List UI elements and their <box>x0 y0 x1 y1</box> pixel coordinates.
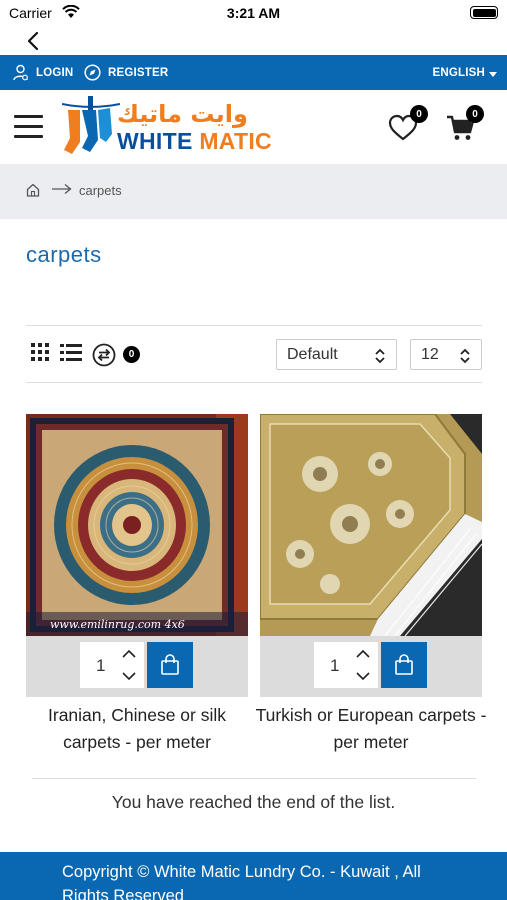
shopping-bag-icon <box>395 654 413 675</box>
home-icon[interactable] <box>26 183 40 197</box>
logo[interactable]: وايت ماتيك WHITE MATIC <box>62 94 272 164</box>
grid-view-icon[interactable] <box>31 343 49 361</box>
cart-count-badge: 0 <box>466 105 484 123</box>
chevron-down-icon[interactable] <box>118 667 140 685</box>
battery-icon <box>470 6 498 19</box>
register-label: REGISTER <box>108 66 169 79</box>
product-name[interactable]: Turkish or European carpets - per meter <box>254 702 488 756</box>
quantity-area: 1 <box>26 636 248 697</box>
breadcrumb-current[interactable]: carpets <box>79 183 122 198</box>
product-image[interactable] <box>260 414 482 636</box>
breadcrumb: carpets <box>0 164 507 219</box>
menu-icon <box>14 115 43 118</box>
status-bar: Carrier 3:21 AM <box>0 0 507 26</box>
add-to-cart-button[interactable] <box>381 642 427 688</box>
compare-count-badge: 0 <box>123 346 140 363</box>
footer: Copyright © White Matic Lundry Co. - Kuw… <box>0 852 507 900</box>
logo-arabic-text: وايت ماتيك <box>117 100 248 128</box>
quantity-value: 1 <box>96 656 106 675</box>
top-bar: LOGIN REGISTER ENGLISH <box>0 55 507 90</box>
arrow-right-icon <box>52 183 72 195</box>
logo-white-text: WHITE <box>117 128 193 154</box>
sort-select[interactable]: Default <box>276 339 397 370</box>
copyright-text: Copyright © White Matic Lundry Co. - Kuw… <box>62 863 421 900</box>
limit-select[interactable]: 12 <box>410 339 482 370</box>
shopping-bag-icon <box>161 654 179 675</box>
quantity-stepper[interactable]: 1 <box>314 642 378 688</box>
menu-button[interactable] <box>14 115 43 138</box>
updown-chevron-icon <box>375 348 385 364</box>
chevron-up-icon[interactable] <box>352 645 374 663</box>
listing-toolbar: 0 Default 12 <box>26 325 482 383</box>
page-title: carpets <box>26 242 102 267</box>
product-image[interactable]: www.emilinrug.com 4x6 <box>26 414 248 636</box>
chevron-up-icon[interactable] <box>118 645 140 663</box>
language-label: ENGLISH <box>432 66 485 79</box>
image-watermark: www.emilinrug.com 4x6 <box>50 618 185 631</box>
back-chevron-icon[interactable] <box>22 29 46 53</box>
quantity-value: 1 <box>330 656 340 675</box>
divider <box>32 778 476 779</box>
clock: 3:21 AM <box>226 5 281 21</box>
register-link[interactable]: REGISTER <box>84 55 168 90</box>
list-view-icon[interactable] <box>60 343 82 361</box>
add-to-cart-button[interactable] <box>147 642 193 688</box>
language-selector[interactable]: ENGLISH <box>432 55 497 90</box>
updown-chevron-icon <box>460 348 470 364</box>
compass-icon <box>84 64 101 81</box>
header: وايت ماتيك WHITE MATIC 0 0 <box>0 90 507 164</box>
limit-value: 12 <box>421 345 439 363</box>
chevron-down-icon[interactable] <box>352 667 374 685</box>
wishlist-count-badge: 0 <box>410 105 428 123</box>
caret-down-icon <box>489 71 497 77</box>
login-label: LOGIN <box>36 66 74 79</box>
logo-matic-text: MATIC <box>199 128 272 154</box>
login-link[interactable]: LOGIN <box>12 55 73 90</box>
quantity-area: 1 <box>260 636 482 697</box>
product-name[interactable]: Iranian, Chinese or silk carpets - per m… <box>20 702 254 756</box>
end-of-list-message: You have reached the end of the list. <box>111 792 396 812</box>
logo-text: WHITE MATIC <box>117 128 272 155</box>
logo-socks-icon <box>62 96 120 154</box>
compare-icon[interactable] <box>92 343 116 367</box>
user-icon <box>13 64 28 81</box>
sort-value: Default <box>287 345 338 363</box>
quantity-stepper[interactable]: 1 <box>80 642 144 688</box>
